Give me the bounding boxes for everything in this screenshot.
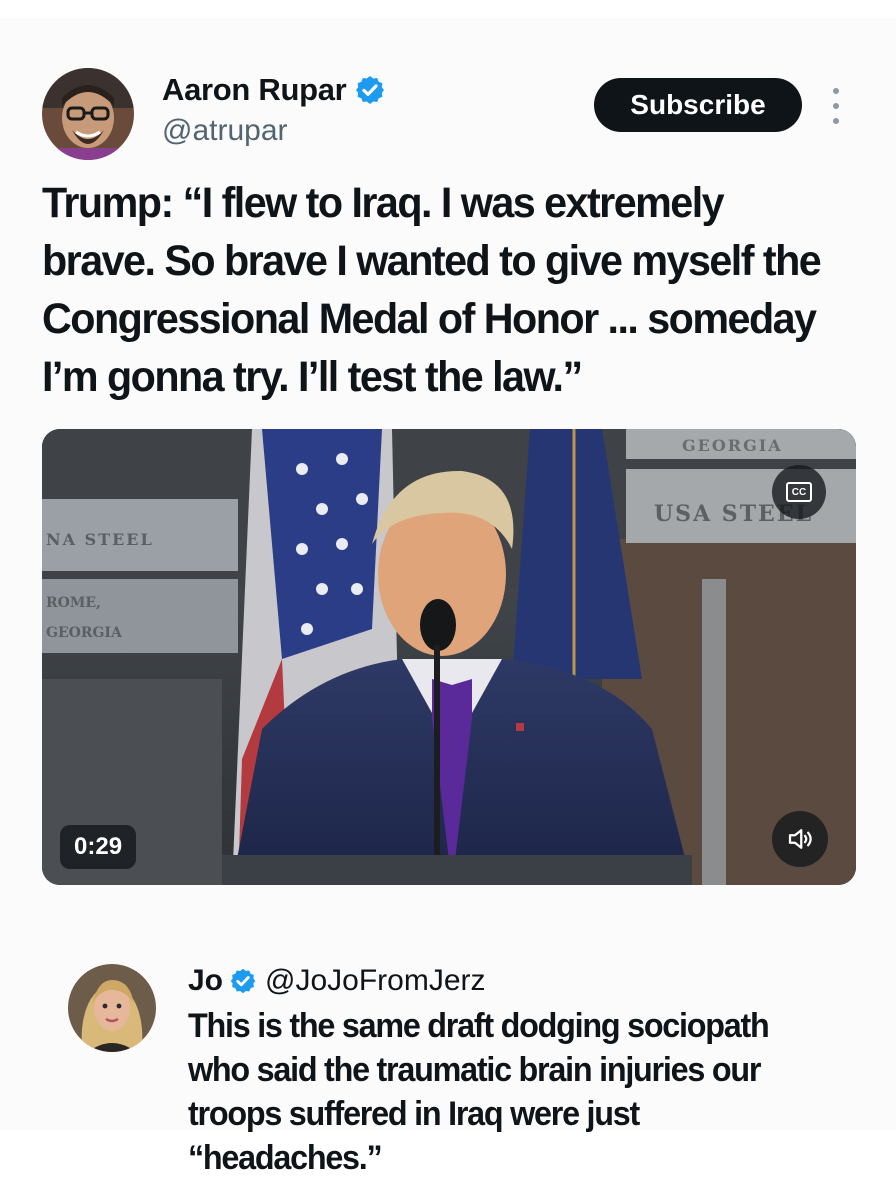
author-avatar[interactable] — [42, 68, 134, 160]
sign-right-top: GEORGIA — [682, 436, 783, 455]
verified-badge-icon — [356, 76, 385, 104]
volume-icon — [788, 829, 812, 849]
closed-captions-icon: CC — [786, 482, 812, 502]
reply-text: This is the same draft dodging sociopath… — [188, 1007, 770, 1177]
video-player[interactable]: NA STEEL ROME, GEORGIA GEORGIA USA STEEL — [42, 429, 856, 885]
reply-author-name[interactable]: Jo — [188, 964, 223, 998]
sign-left-bottom-1: ROME, — [46, 595, 101, 611]
closed-captions-button[interactable]: CC — [772, 465, 826, 519]
author-name-row[interactable]: Aaron Rupar — [162, 72, 386, 108]
author-handle[interactable]: @atrupar — [162, 114, 288, 148]
reply-header: Jo @JoJoFromJerz — [188, 964, 486, 998]
sign-left-bottom-2: GEORGIA — [46, 625, 123, 641]
reply-avatar[interactable] — [68, 964, 156, 1052]
sign-left-top: NA STEEL — [46, 530, 154, 549]
tweet-text: Trump: “I flew to Iraq. I was extremely … — [42, 179, 822, 401]
subscribe-button[interactable]: Subscribe — [594, 78, 802, 132]
post-card: Aaron Rupar @atrupar Subscribe Trump: “I… — [0, 18, 896, 1177]
video-frame: NA STEEL ROME, GEORGIA GEORGIA USA STEEL — [42, 429, 856, 885]
more-options-icon[interactable] — [826, 88, 846, 124]
video-duration: 0:29 — [60, 825, 137, 869]
author-name[interactable]: Aaron Rupar — [162, 72, 347, 108]
reply-author-handle[interactable]: @JoJoFromJerz — [265, 964, 486, 998]
volume-button[interactable] — [772, 811, 828, 867]
verified-badge-icon — [230, 968, 256, 994]
